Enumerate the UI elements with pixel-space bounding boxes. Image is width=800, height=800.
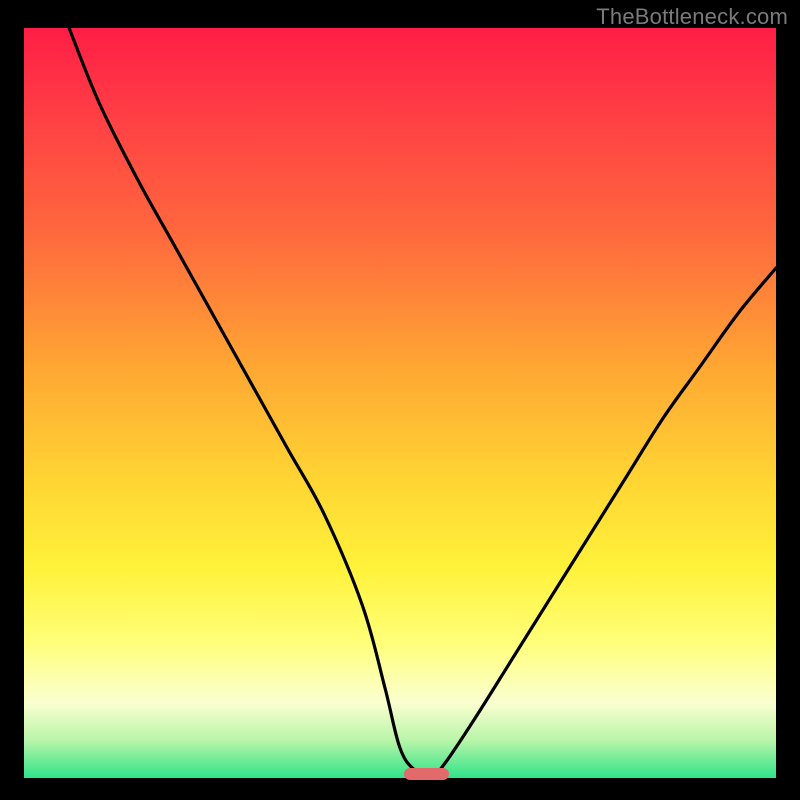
plot-area (24, 28, 776, 778)
curve-svg (24, 28, 776, 778)
bottleneck-curve-path (69, 28, 776, 778)
minimum-marker (404, 768, 449, 780)
chart-frame: TheBottleneck.com (0, 0, 800, 800)
watermark-text: TheBottleneck.com (596, 4, 788, 30)
